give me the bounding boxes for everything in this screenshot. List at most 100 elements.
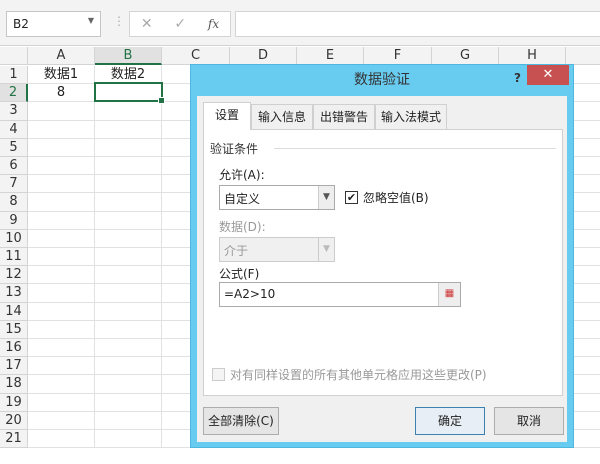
- cell-a15[interactable]: [28, 320, 95, 339]
- cell-b10[interactable]: [95, 229, 162, 248]
- cell-b8[interactable]: [95, 193, 162, 212]
- data-label: 数据(D):: [219, 220, 266, 234]
- cell-a5[interactable]: [28, 138, 95, 157]
- row-header-3[interactable]: 3: [0, 102, 28, 121]
- help-button[interactable]: ?: [514, 71, 521, 85]
- cell-a20[interactable]: [28, 411, 95, 430]
- tab-ime-mode[interactable]: 输入法模式: [375, 104, 447, 129]
- cell-a3[interactable]: [28, 102, 95, 121]
- column-header-e[interactable]: E: [297, 47, 364, 65]
- column-header-f[interactable]: F: [364, 47, 432, 65]
- data-select: 介于 ▼: [219, 237, 335, 262]
- row-header-15[interactable]: 15: [0, 320, 28, 339]
- row-header-6[interactable]: 6: [0, 157, 28, 176]
- cell-b18[interactable]: [95, 375, 162, 394]
- cell-b3[interactable]: [95, 102, 162, 121]
- row-header-10[interactable]: 10: [0, 229, 28, 248]
- row-header-17[interactable]: 17: [0, 357, 28, 376]
- cell-b19[interactable]: [95, 393, 162, 412]
- cancel-icon[interactable]: ✕: [141, 16, 153, 32]
- close-button[interactable]: ✕: [527, 65, 569, 85]
- cell-b9[interactable]: [95, 211, 162, 230]
- cell-b11[interactable]: [95, 248, 162, 267]
- column-header-g[interactable]: G: [432, 47, 499, 65]
- ok-button[interactable]: 确定: [415, 407, 485, 435]
- tab-settings[interactable]: 设置: [203, 102, 251, 130]
- formula-input[interactable]: =A2>10 ▦: [219, 282, 461, 307]
- clear-all-button[interactable]: 全部清除(C): [203, 407, 279, 435]
- cancel-button[interactable]: 取消: [494, 407, 564, 435]
- row-header-4[interactable]: 4: [0, 120, 28, 139]
- active-cell-b2[interactable]: [94, 82, 165, 104]
- chevron-down-icon[interactable]: ▼: [318, 186, 334, 209]
- cell-a18[interactable]: [28, 375, 95, 394]
- cell-b6[interactable]: [95, 157, 162, 176]
- chevron-down-icon[interactable]: ▼: [88, 16, 94, 25]
- row-header-9[interactable]: 9: [0, 211, 28, 230]
- cell-b16[interactable]: [95, 339, 162, 358]
- column-header-b[interactable]: B: [95, 47, 162, 65]
- data-value: 介于: [224, 244, 249, 258]
- row-header-14[interactable]: 14: [0, 302, 28, 321]
- cell-b13[interactable]: [95, 284, 162, 303]
- column-header-d[interactable]: D: [230, 47, 297, 65]
- cell-b5[interactable]: [95, 138, 162, 157]
- column-header-a[interactable]: A: [28, 47, 95, 65]
- cell-a8[interactable]: [28, 193, 95, 212]
- cell-a17[interactable]: [28, 357, 95, 376]
- cell-a11[interactable]: [28, 248, 95, 267]
- cell-a1[interactable]: 数据1: [28, 66, 95, 85]
- name-box[interactable]: B2 ▼: [6, 11, 101, 37]
- row-header-13[interactable]: 13: [0, 284, 28, 303]
- group-divider: [274, 148, 556, 149]
- ignore-blank-checkbox[interactable]: ✔: [345, 191, 358, 204]
- cell-a9[interactable]: [28, 211, 95, 230]
- range-select-icon[interactable]: ▦: [438, 283, 460, 306]
- row-header-20[interactable]: 20: [0, 411, 28, 430]
- cell-b12[interactable]: [95, 266, 162, 285]
- row-header-18[interactable]: 18: [0, 375, 28, 394]
- cell-a21[interactable]: [28, 430, 95, 449]
- cell-b21[interactable]: [95, 430, 162, 449]
- cell-a19[interactable]: [28, 393, 95, 412]
- row-header-21[interactable]: 21: [0, 430, 28, 449]
- cell-b14[interactable]: [95, 302, 162, 321]
- row-header-7[interactable]: 7: [0, 175, 28, 194]
- allow-value: 自定义: [224, 192, 261, 206]
- cell-b4[interactable]: [95, 120, 162, 139]
- cell-a10[interactable]: [28, 229, 95, 248]
- row-header-2[interactable]: 2: [0, 84, 28, 103]
- insert-function-icon[interactable]: fx: [208, 17, 219, 31]
- cell-a4[interactable]: [28, 120, 95, 139]
- tab-error-alert[interactable]: 出错警告: [313, 104, 375, 129]
- row-header-16[interactable]: 16: [0, 339, 28, 358]
- column-header-c[interactable]: C: [162, 47, 230, 65]
- column-header-h[interactable]: H: [499, 47, 566, 65]
- row-header-19[interactable]: 19: [0, 393, 28, 412]
- cell-a16[interactable]: [28, 339, 95, 358]
- formula-input[interactable]: [235, 11, 600, 37]
- allow-select[interactable]: 自定义 ▼: [219, 185, 335, 210]
- enter-icon[interactable]: ✓: [174, 16, 186, 32]
- column-header-partial[interactable]: [566, 47, 600, 65]
- cell-b20[interactable]: [95, 411, 162, 430]
- ignore-blank-label: 忽略空值(B): [363, 191, 429, 205]
- cell-a7[interactable]: [28, 175, 95, 194]
- row-header-12[interactable]: 12: [0, 266, 28, 285]
- row-header-1[interactable]: 1: [0, 66, 28, 85]
- cell-b15[interactable]: [95, 320, 162, 339]
- row-header-5[interactable]: 5: [0, 138, 28, 157]
- row-header-8[interactable]: 8: [0, 193, 28, 212]
- dialog-body: 设置 输入信息 出错警告 输入法模式 验证条件 允许(A): 自定义 ▼ ✔ 忽略…: [197, 96, 567, 442]
- cell-b17[interactable]: [95, 357, 162, 376]
- cell-a6[interactable]: [28, 157, 95, 176]
- cell-a12[interactable]: [28, 266, 95, 285]
- row-header-11[interactable]: 11: [0, 248, 28, 267]
- cell-b7[interactable]: [95, 175, 162, 194]
- cell-a14[interactable]: [28, 302, 95, 321]
- tab-input-message[interactable]: 输入信息: [251, 104, 313, 129]
- cell-a13[interactable]: [28, 284, 95, 303]
- select-all-corner[interactable]: [0, 47, 28, 65]
- cell-a2[interactable]: 8: [28, 84, 95, 103]
- formula-bar: B2 ▼ ⋮ ✕ ✓ fx: [0, 0, 600, 46]
